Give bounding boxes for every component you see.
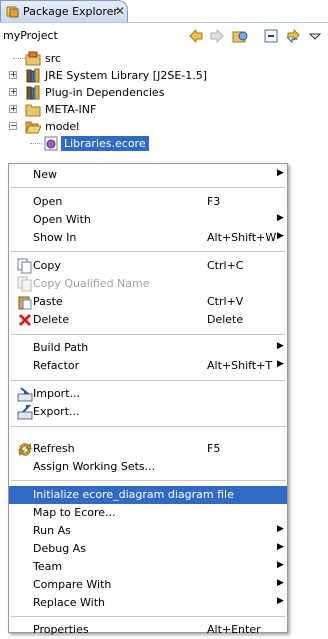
- view-tab-title: Package Explorer: [23, 5, 118, 18]
- menu-item-properties[interactable]: Properties Alt+Enter: [9, 621, 287, 639]
- tree-connector: [30, 143, 42, 144]
- submenu-arrow-icon: ▶: [277, 524, 284, 534]
- collapse-icon[interactable]: −: [9, 122, 17, 130]
- link-with-editor-icon[interactable]: [285, 28, 301, 44]
- back-arrow-icon[interactable]: [188, 28, 204, 44]
- tree-item-label: JRE System Library [J2SE-1.5]: [45, 69, 208, 82]
- tree-item-libraries-ecore[interactable]: Libraries.ecore: [0, 135, 328, 152]
- tab-package-explorer[interactable]: Package Explorer ✕: [0, 0, 128, 22]
- delete-icon: [18, 313, 32, 327]
- menu-item-copy[interactable]: Copy Ctrl+C: [9, 257, 287, 275]
- library-icon: [26, 68, 40, 83]
- submenu-arrow-icon: ▶: [277, 596, 284, 606]
- expand-icon[interactable]: +: [9, 105, 17, 113]
- menu-separator: [11, 480, 286, 481]
- package-explorer-view: Package Explorer ✕ myProject src + JRE S…: [0, 0, 328, 636]
- package-explorer-icon: [6, 6, 19, 18]
- copy-icon: [17, 276, 32, 292]
- tree-item-label: META-INF: [45, 103, 97, 116]
- menu-item-import[interactable]: Import...: [9, 385, 287, 403]
- menu-separator: [11, 334, 286, 335]
- tree-item-label: model: [45, 120, 80, 133]
- ecore-file-icon: [44, 136, 58, 151]
- source-folder-icon: [25, 51, 41, 66]
- submenu-arrow-icon: ▶: [277, 542, 284, 552]
- view-toolbar: myProject: [0, 23, 328, 49]
- up-folder-icon[interactable]: [232, 28, 248, 44]
- menu-item-team[interactable]: Team ▶: [9, 558, 287, 576]
- menu-item-open-with[interactable]: Open With ▶: [9, 211, 287, 229]
- tree-item-label: src: [45, 52, 62, 65]
- menu-item-run-as[interactable]: Run As ▶: [9, 522, 287, 540]
- tree-item-jre-library[interactable]: + JRE System Library [J2SE-1.5]: [0, 67, 328, 84]
- menu-item-open[interactable]: Open F3: [9, 193, 287, 211]
- menu-item-initialize-diagram[interactable]: Initialize ecore_diagram diagram file: [9, 486, 287, 504]
- submenu-arrow-icon: ▶: [277, 213, 284, 223]
- context-menu: New ▶ Open F3 Open With ▶ Show In Alt+Sh…: [8, 163, 288, 636]
- menu-item-assign-working-sets[interactable]: Assign Working Sets...: [9, 458, 287, 476]
- menu-separator: [11, 251, 286, 252]
- menu-item-replace-with[interactable]: Replace With ▶: [9, 594, 287, 612]
- forward-arrow-icon[interactable]: [209, 28, 225, 44]
- project-tree: src + JRE System Library [J2SE-1.5] + Pl…: [0, 50, 328, 160]
- tree-item-label: Libraries.ecore: [61, 136, 149, 151]
- menu-separator: [11, 426, 286, 427]
- view-menu-icon[interactable]: [309, 28, 321, 44]
- tree-item-model[interactable]: − model: [0, 118, 328, 135]
- tree-item-plugin-dependencies[interactable]: + Plug-in Dependencies: [0, 84, 328, 101]
- submenu-arrow-icon: ▶: [277, 231, 284, 241]
- menu-item-show-in[interactable]: Show In Alt+Shift+W ▶: [9, 229, 287, 247]
- import-icon: [17, 387, 33, 402]
- close-icon[interactable]: ✕: [115, 4, 125, 18]
- copy-icon: [17, 258, 32, 274]
- expand-icon[interactable]: +: [9, 71, 17, 79]
- submenu-arrow-icon: ▶: [277, 359, 284, 369]
- project-title: myProject: [3, 29, 58, 42]
- menu-item-refactor[interactable]: Refactor Alt+Shift+T ▶: [9, 357, 287, 375]
- collapse-all-icon[interactable]: [263, 28, 279, 44]
- submenu-arrow-icon: ▶: [277, 341, 284, 351]
- menu-item-export[interactable]: Export...: [9, 403, 287, 421]
- submenu-arrow-icon: ▶: [277, 168, 284, 178]
- submenu-arrow-icon: ▶: [277, 560, 284, 570]
- menu-item-map-to-ecore[interactable]: Map to Ecore...: [9, 504, 287, 522]
- menu-item-compare-with[interactable]: Compare With ▶: [9, 576, 287, 594]
- menu-item-delete[interactable]: Delete Delete: [9, 311, 287, 329]
- tree-connector: [13, 58, 25, 59]
- submenu-arrow-icon: ▶: [277, 578, 284, 588]
- export-icon: [17, 405, 33, 420]
- menu-item-paste[interactable]: Paste Ctrl+V: [9, 293, 287, 311]
- library-icon: [26, 85, 40, 100]
- menu-separator: [11, 187, 286, 188]
- paste-icon: [18, 296, 32, 310]
- menu-separator: [11, 380, 286, 381]
- refresh-icon: [18, 442, 32, 457]
- expand-icon[interactable]: +: [9, 88, 17, 96]
- menu-item-refresh[interactable]: Refresh F5: [9, 440, 287, 458]
- menu-item-new[interactable]: New ▶: [9, 166, 287, 184]
- tree-item-label: Plug-in Dependencies: [45, 86, 165, 99]
- tree-item-meta-inf[interactable]: + META-INF: [0, 101, 328, 118]
- menu-item-copy-qualified-name[interactable]: Copy Qualified Name: [9, 275, 287, 293]
- menu-item-build-path[interactable]: Build Path ▶: [9, 339, 287, 357]
- view-tab-strip: Package Explorer ✕: [0, 0, 328, 23]
- folder-icon: [25, 104, 41, 117]
- menu-item-debug-as[interactable]: Debug As ▶: [9, 540, 287, 558]
- tree-item-src[interactable]: src: [0, 50, 328, 67]
- menu-separator: [11, 616, 286, 617]
- folder-open-icon: [25, 121, 41, 134]
